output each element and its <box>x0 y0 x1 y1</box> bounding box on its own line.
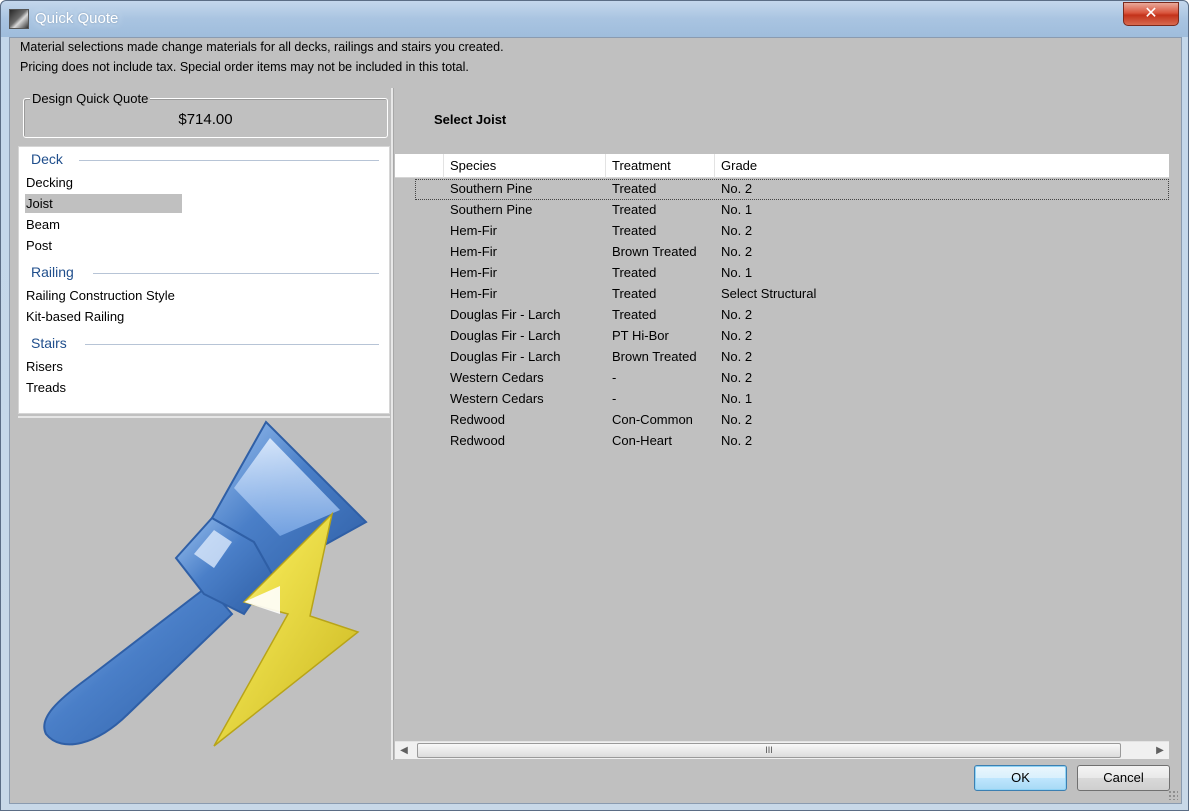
material-item-railing-construction-style[interactable]: Railing Construction Style <box>25 286 182 305</box>
cell-grade: No. 1 <box>721 265 753 280</box>
cell-species: Hem-Fir <box>450 265 497 280</box>
cell-grade: Select Structural <box>721 286 817 301</box>
category-header-stairs: Stairs <box>31 335 67 351</box>
cell-species: Douglas Fir - Larch <box>450 307 561 322</box>
window-title: Quick Quote <box>35 10 119 27</box>
table-row[interactable]: Douglas Fir - Larch Brown Treated No. 2 <box>395 347 1169 368</box>
scroll-left-arrow-icon[interactable]: ◀ <box>397 744 411 758</box>
cell-treatment: Brown Treated <box>612 349 697 364</box>
horizontal-scrollbar[interactable]: ◀ III ▶ <box>395 741 1169 759</box>
logo-image <box>18 418 390 760</box>
material-item-risers[interactable]: Risers <box>25 357 182 376</box>
table-row[interactable]: Southern Pine Treated No. 2 <box>415 179 1169 200</box>
cell-treatment: Treated <box>612 223 657 238</box>
cell-grade: No. 2 <box>721 412 753 427</box>
table-row[interactable]: Douglas Fir - Larch Treated No. 2 <box>395 305 1169 326</box>
material-item-joist[interactable]: Joist <box>25 194 182 213</box>
cell-treatment: Treated <box>612 307 657 322</box>
ok-button[interactable]: OK <box>974 765 1067 791</box>
cell-grade: No. 2 <box>721 181 753 196</box>
cell-species: Redwood <box>450 412 505 427</box>
material-item-treads[interactable]: Treads <box>25 378 182 397</box>
cell-grade: No. 2 <box>721 328 753 343</box>
cell-treatment: Treated <box>612 202 657 217</box>
cell-treatment: - <box>612 370 617 385</box>
materials-list: Deck Decking Joist Beam Post Railing Railing C… <box>18 146 390 414</box>
material-item-beam[interactable]: Beam <box>25 215 182 234</box>
table-row[interactable]: Southern Pine Treated No. 1 <box>395 200 1169 221</box>
table-row[interactable]: Hem-Fir Treated No. 2 <box>395 221 1169 242</box>
cell-grade: No. 2 <box>721 307 753 322</box>
cancel-button[interactable]: Cancel <box>1077 765 1170 791</box>
cell-species: Hem-Fir <box>450 223 497 238</box>
column-header-treatment[interactable]: Treatment <box>612 158 671 173</box>
cell-grade: No. 1 <box>721 391 753 406</box>
cell-grade: No. 2 <box>721 370 753 385</box>
column-separator <box>443 154 444 178</box>
column-separator <box>605 154 606 178</box>
table-row[interactable]: Western Cedars - No. 2 <box>395 368 1169 389</box>
table-row[interactable]: Redwood Con-Common No. 2 <box>395 410 1169 431</box>
cell-grade: No. 2 <box>721 223 753 238</box>
table-row[interactable]: Hem-Fir Brown Treated No. 2 <box>395 242 1169 263</box>
cell-treatment: Treated <box>612 286 657 301</box>
cell-species: Hem-Fir <box>450 286 497 301</box>
table-row[interactable]: Redwood Con-Heart No. 2 <box>395 431 1169 452</box>
material-item-post[interactable]: Post <box>25 236 182 255</box>
cell-treatment: Brown Treated <box>612 244 697 259</box>
category-header-deck: Deck <box>31 151 63 167</box>
dialog-body: Material selections made change material… <box>9 37 1182 804</box>
title-bar[interactable]: Quick Quote ✕ <box>1 1 1188 37</box>
category-rule <box>93 273 379 274</box>
column-header-grade[interactable]: Grade <box>721 158 757 173</box>
cell-grade: No. 1 <box>721 202 753 217</box>
quote-group-label: Design Quick Quote <box>30 91 151 106</box>
cell-treatment: Con-Heart <box>612 433 672 448</box>
category-header-railing: Railing <box>31 264 74 280</box>
cell-grade: No. 2 <box>721 349 753 364</box>
select-joist-title: Select Joist <box>434 112 507 127</box>
paintbrush-lightning-icon <box>43 420 368 747</box>
design-quick-quote-group: Design Quick Quote $714.00 <box>23 91 388 138</box>
cell-species: Douglas Fir - Larch <box>450 349 561 364</box>
cell-species: Douglas Fir - Larch <box>450 328 561 343</box>
category-rule <box>79 160 379 161</box>
cell-treatment: Treated <box>612 181 657 196</box>
scroll-thumb[interactable]: III <box>417 743 1121 758</box>
column-separator <box>714 154 715 178</box>
cell-species: Western Cedars <box>450 370 544 385</box>
cell-treatment: PT Hi-Bor <box>612 328 669 343</box>
panel-splitter[interactable] <box>391 88 394 760</box>
joist-options-grid: Species Treatment Grade Southern Pine Tre… <box>395 154 1169 758</box>
cell-species: Redwood <box>450 433 505 448</box>
resize-grip-icon[interactable] <box>1168 790 1178 800</box>
cell-species: Southern Pine <box>450 181 533 196</box>
cell-species: Hem-Fir <box>450 244 497 259</box>
material-item-kit-based-railing[interactable]: Kit-based Railing <box>25 307 182 326</box>
cell-grade: No. 2 <box>721 433 753 448</box>
category-rule <box>85 344 379 345</box>
cell-species: Southern Pine <box>450 202 533 217</box>
scroll-right-arrow-icon[interactable]: ▶ <box>1153 744 1167 758</box>
quick-quote-window: Quick Quote ✕ Material selections made c… <box>0 0 1189 811</box>
material-item-decking[interactable]: Decking <box>25 173 182 192</box>
app-icon <box>9 9 29 29</box>
cell-treatment: - <box>612 391 617 406</box>
table-row[interactable]: Douglas Fir - Larch PT Hi-Bor No. 2 <box>395 326 1169 347</box>
cell-species: Western Cedars <box>450 391 544 406</box>
table-row[interactable]: Hem-Fir Treated No. 1 <box>395 263 1169 284</box>
close-button[interactable]: ✕ <box>1123 2 1179 26</box>
quote-total-value: $714.00 <box>178 111 233 128</box>
grid-header: Species Treatment Grade <box>395 154 1169 178</box>
table-row[interactable]: Hem-Fir Treated Select Structural <box>395 284 1169 305</box>
cell-grade: No. 2 <box>721 244 753 259</box>
column-header-species[interactable]: Species <box>450 158 496 173</box>
cell-treatment: Con-Common <box>612 412 693 427</box>
cell-treatment: Treated <box>612 265 657 280</box>
table-row[interactable]: Western Cedars - No. 1 <box>395 389 1169 410</box>
info-text-pricing: Pricing does not include tax. Special or… <box>20 60 469 74</box>
info-text-materials: Material selections made change material… <box>20 40 504 54</box>
